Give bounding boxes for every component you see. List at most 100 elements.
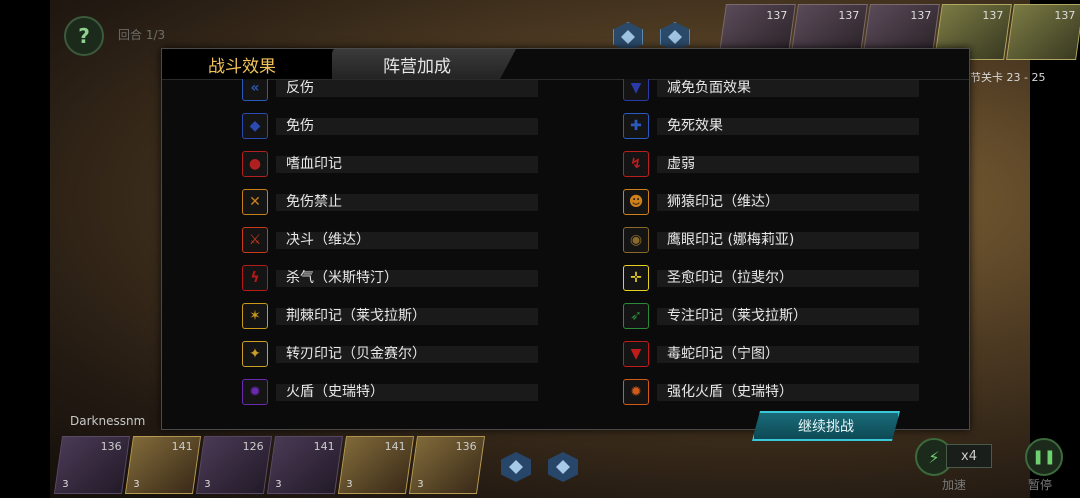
hero-card[interactable]: 126 3 xyxy=(195,436,273,494)
tab-bar: 阵营加成 战斗效果 xyxy=(162,49,969,79)
focus-arrow-icon: ➶ xyxy=(623,303,649,329)
enemy-level: 137 xyxy=(1054,9,1076,22)
hero-level: 141 xyxy=(171,440,193,453)
effect-row: ➶ 专注印记（莱戈拉斯） xyxy=(623,301,923,331)
crossed-swords-icon: ✕ xyxy=(242,189,268,215)
effect-label: 鹰眼印记 (娜梅莉亚) xyxy=(667,232,795,248)
debuff-reduce-icon: ▼ xyxy=(623,79,649,101)
spin-blade-icon: ✦ xyxy=(242,341,268,367)
lightning-icon: ⚡ xyxy=(928,447,940,467)
tab-faction-bonus[interactable]: 阵营加成 xyxy=(318,49,516,79)
left-letterbox xyxy=(0,0,50,498)
shield-icon: ◆ xyxy=(242,113,268,139)
effect-row: ● 嗜血印记 xyxy=(242,149,542,179)
effect-label: 虚弱 xyxy=(667,156,695,172)
hero-rank: 3 xyxy=(346,479,353,490)
speed-value: x4 xyxy=(946,444,992,468)
hero-level: 136 xyxy=(455,440,477,453)
effect-label: 杀气（米斯特汀） xyxy=(286,270,398,286)
effect-label: 嗜血印记 xyxy=(286,156,342,172)
effect-label: 狮猿印记（维达） xyxy=(667,194,779,210)
effect-row: ✹ 强化火盾（史瑞特） xyxy=(623,377,923,407)
duel-icon: ⚔ xyxy=(242,227,268,253)
speed-label: 加速 xyxy=(942,478,967,492)
enemy-level: 137 xyxy=(982,9,1004,22)
effect-label: 免伤 xyxy=(286,118,314,134)
hero-rank: 3 xyxy=(417,479,424,490)
effect-label: 免伤禁止 xyxy=(286,194,342,210)
stage-label: 节关卡 23 - 25 xyxy=(970,71,1046,84)
effect-row: ◉ 鹰眼印记 (娜梅莉亚) xyxy=(623,225,923,255)
effect-row: ✛ 圣愈印记（拉斐尔） xyxy=(623,263,923,293)
blood-drop-icon: ● xyxy=(242,151,268,177)
enhanced-fire-shield-icon: ✹ xyxy=(623,379,649,405)
hero-rank: 3 xyxy=(62,479,69,490)
hero-card[interactable]: 141 3 xyxy=(337,436,415,494)
tab-battle-effects[interactable]: 战斗效果 xyxy=(162,49,332,79)
effect-row: ▼ 毒蛇印记（宁图） xyxy=(623,339,923,369)
skill-icon xyxy=(556,460,570,474)
bottom-skill-hex-1[interactable] xyxy=(501,452,531,482)
effect-label-background xyxy=(657,156,919,173)
effect-row: ✶ 荆棘印记（莱戈拉斯） xyxy=(242,301,542,331)
effect-row: ◆ 免伤 xyxy=(242,111,542,141)
effect-label: 强化火盾（史瑞特） xyxy=(667,384,793,400)
hero-level: 141 xyxy=(384,440,406,453)
effect-row: ✕ 免伤禁止 xyxy=(242,187,542,217)
hero-team-strip: 136 3 141 3 126 3 141 3 141 3 136 3 xyxy=(53,436,486,494)
effect-row: ▼ 减免负面效果 xyxy=(623,79,923,103)
effect-label: 减免负面效果 xyxy=(667,80,751,96)
skill-icon xyxy=(509,460,523,474)
player-name: Darknessnm xyxy=(70,414,146,428)
effect-label: 转刃印记（贝金赛尔） xyxy=(286,346,426,362)
pause-button[interactable]: ❚❚ xyxy=(1025,438,1063,476)
hero-card[interactable]: 141 3 xyxy=(124,436,202,494)
effect-row: ✹ 火盾（史瑞特） xyxy=(242,377,542,407)
help-icon: ? xyxy=(78,24,90,48)
effect-row: ϟ 杀气（米斯特汀） xyxy=(242,263,542,293)
reflect-icon: « xyxy=(242,79,268,101)
hero-rank: 3 xyxy=(133,479,140,490)
hero-rank: 3 xyxy=(275,479,282,490)
effects-list[interactable]: « 反伤 ◆ 免伤 ● 嗜血印记 ✕ 免伤禁止 ⚔ 决斗（维达） ϟ 杀气（米斯特汀） ✶ 荆棘印记（莱戈… xyxy=(162,79,969,429)
effect-row: ⚔ 决斗（维达） xyxy=(242,225,542,255)
round-counter: 回合 1/3 xyxy=(118,28,166,42)
effect-label: 决斗（维达） xyxy=(286,232,370,248)
effect-row: ✚ 免死效果 xyxy=(623,111,923,141)
enemy-level: 137 xyxy=(910,9,932,22)
hero-level: 136 xyxy=(100,440,122,453)
cross-shield-icon: ✚ xyxy=(623,113,649,139)
fire-shield-icon: ✹ xyxy=(242,379,268,405)
effect-label: 反伤 xyxy=(286,80,314,96)
hero-card[interactable]: 136 3 xyxy=(53,436,131,494)
thorns-icon: ✶ xyxy=(242,303,268,329)
enemy-card: 137 xyxy=(1006,4,1080,60)
effect-label: 毒蛇印记（宁图） xyxy=(667,346,779,362)
effect-row: « 反伤 xyxy=(242,79,542,103)
effect-label: 免死效果 xyxy=(667,118,723,134)
effect-label: 火盾（史瑞特） xyxy=(286,384,384,400)
effect-row: ☻ 狮猿印记（维达） xyxy=(623,187,923,217)
killing-aura-icon: ϟ xyxy=(242,265,268,291)
enemy-level: 137 xyxy=(838,9,860,22)
hero-card[interactable]: 136 3 xyxy=(408,436,486,494)
effect-row: ↯ 虚弱 xyxy=(623,149,923,179)
hero-rank: 3 xyxy=(204,479,211,490)
viper-icon: ▼ xyxy=(623,341,649,367)
effect-label: 专注印记（莱戈拉斯） xyxy=(667,308,807,324)
eagle-eye-icon: ◉ xyxy=(623,227,649,253)
weakness-icon: ↯ xyxy=(623,151,649,177)
help-button[interactable]: ? xyxy=(64,16,104,56)
hero-level: 141 xyxy=(313,440,335,453)
hero-card[interactable]: 141 3 xyxy=(266,436,344,494)
effect-label: 圣愈印记（拉斐尔） xyxy=(667,270,793,286)
effect-label-background xyxy=(276,80,538,97)
bottom-skill-hex-2[interactable] xyxy=(548,452,578,482)
enemy-level: 137 xyxy=(766,9,788,22)
holy-cross-icon: ✛ xyxy=(623,265,649,291)
effect-label-background xyxy=(276,118,538,135)
pause-icon: ❚❚ xyxy=(1032,449,1056,465)
continue-challenge-button[interactable]: 继续挑战 xyxy=(752,411,900,441)
hero-level: 126 xyxy=(242,440,264,453)
skill-icon xyxy=(621,30,635,44)
